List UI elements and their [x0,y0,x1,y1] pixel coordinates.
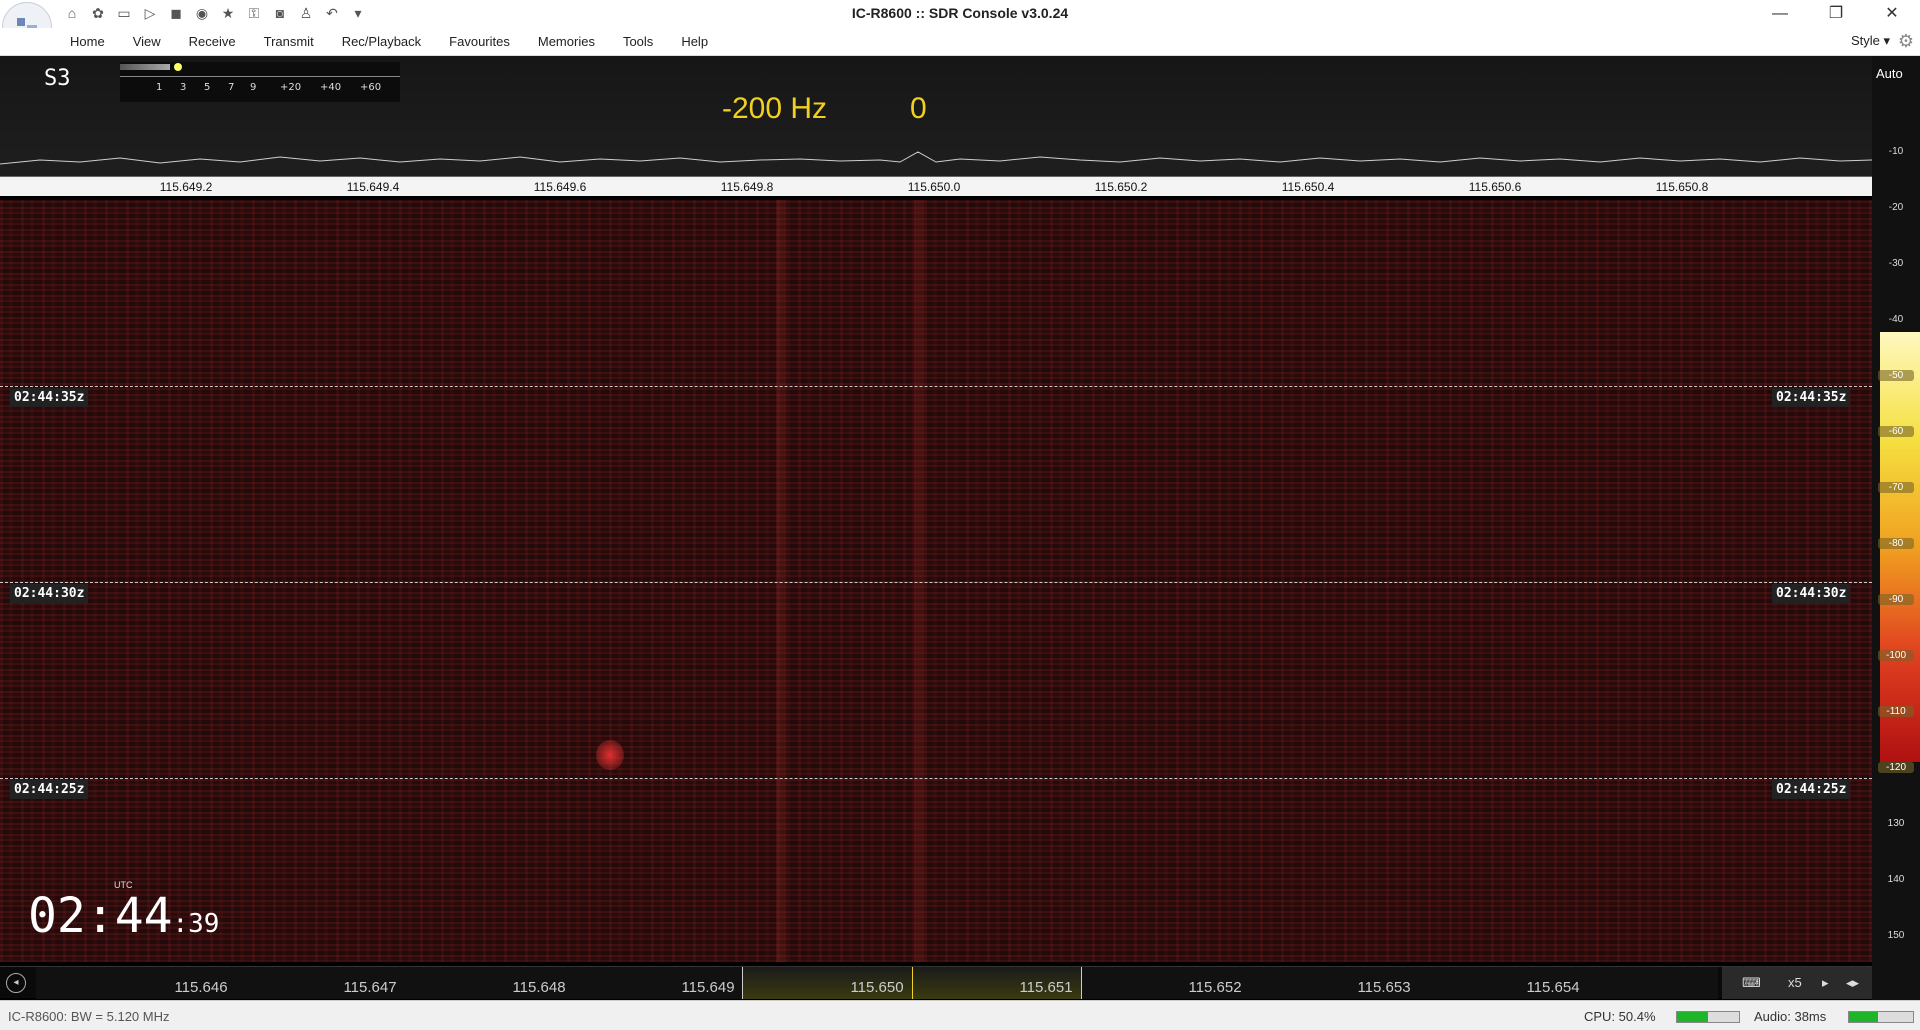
scroll-left-icon[interactable]: ◂ [6,973,26,993]
menu-favourites[interactable]: Favourites [449,34,510,49]
audio-latency: Audio: 38ms [1754,1009,1827,1024]
level-label: -80 [1878,538,1914,549]
time-marker-line [0,582,1872,583]
axis-label: 115.654 [1526,979,1580,996]
axis-label: 115.652 [1188,979,1242,996]
radio-status: IC-R8600: BW = 5.120 MHz [8,1009,170,1024]
level-label: 140 [1887,874,1905,885]
tuned-frequency-marker [912,967,913,999]
window-title: IC-R8600 :: SDR Console v3.0.24 [851,5,1069,21]
zoom-next-icon[interactable]: ▸ [1822,975,1829,991]
freq-label: 115.649.2 [159,180,213,194]
freq-label: 115.649.6 [533,180,587,194]
timestamp-right: 02:44:30z [1772,584,1851,603]
scroll-right-icon[interactable]: ◂▸ [1846,975,1859,991]
level-label: -60 [1878,426,1914,437]
auto-button[interactable]: Auto [1876,66,1903,81]
clock-seconds: :39 [172,909,220,939]
minimize-button[interactable]: — [1752,0,1808,28]
timestamp-left: 02:44:25z [10,780,89,799]
axis-label: 115.649 [681,979,735,996]
clock-time: 02:44 [28,888,173,944]
style-label: Style [1850,33,1880,48]
level-label: -30 [1888,258,1904,269]
level-label: -110 [1878,706,1914,717]
level-label: 150 [1887,930,1905,941]
level-label: -10 [1888,146,1904,157]
freq-label: 115.650.4 [1281,180,1335,194]
bandwidth-track[interactable]: 115.646 115.647 115.648 115.649 115.650 … [36,967,1718,999]
status-bar: IC-R8600: BW = 5.120 MHz CPU: 50.4% Audi… [0,1000,1920,1030]
axis-label: 115.646 [174,979,228,996]
timestamp-left: 02:44:30z [10,584,89,603]
menu-transmit[interactable]: Transmit [264,34,314,49]
bandwidth-axis[interactable]: ◂ 115.646 115.647 115.648 115.649 115.65… [0,966,1872,999]
timestamp-right: 02:44:25z [1772,780,1851,799]
freq-label: 115.650.0 [907,180,961,194]
axis-label: 115.647 [343,979,397,996]
waterfall-display[interactable]: 02:44:35z 02:44:35z 02:44:30z 02:44:30z … [0,200,1872,962]
utc-clock: 02:44:39 [28,888,219,944]
level-label: -50 [1878,370,1914,381]
level-label: -70 [1878,482,1914,493]
level-label: -100 [1878,650,1914,661]
freq-label: 115.649.4 [346,180,400,194]
cpu-usage: CPU: 50.4% [1584,1009,1656,1024]
axis-label: 115.648 [512,979,566,996]
timestamp-left: 02:44:35z [10,388,89,407]
title-bar: ⌂ ✿ ▭ ▷ ◼ ◉ ★ ⚿ ◙ ♙ ↶ ▾ IC-R8600 :: SDR … [0,0,1920,52]
style-menu[interactable]: Style ▾ [1851,33,1890,49]
time-marker-line [0,778,1872,779]
close-button[interactable]: ✕ [1864,0,1920,28]
level-label: -120 [1878,762,1914,773]
audio-meter [1848,1011,1914,1023]
menu-view[interactable]: View [133,34,161,49]
level-label: -20 [1888,202,1904,213]
keyboard-icon[interactable]: ⌨ [1742,975,1761,991]
menu-bar: Home View Receive Transmit Rec/Playback … [0,28,1920,56]
cpu-meter [1676,1011,1740,1023]
menu-rec-playback[interactable]: Rec/Playback [342,34,421,49]
level-label: 130 [1887,818,1905,829]
menu-receive[interactable]: Receive [189,34,236,49]
timestamp-right: 02:44:35z [1772,388,1851,407]
gear-icon[interactable]: ⚙ [1898,31,1914,52]
axis-label: 115.653 [1357,979,1411,996]
level-label: -40 [1888,314,1904,325]
zoom-level[interactable]: x5 [1788,975,1802,990]
freq-label: 115.649.8 [720,180,774,194]
level-label: -90 [1878,594,1914,605]
freq-label: 115.650.6 [1468,180,1522,194]
menu-tools[interactable]: Tools [623,34,653,49]
level-scale[interactable]: Auto -10 -20 -30 -40 -50 -60 -70 -80 -90… [1872,56,1920,1006]
spectrum-trace [0,151,1872,165]
signal-blob [596,740,624,770]
time-marker-line [0,386,1872,387]
zoom-controls: ⌨ x5 ▸ ◂▸ [1722,967,1872,999]
menu-help[interactable]: Help [681,34,708,49]
spectrum-frequency-axis: 115.649.2 115.649.4 115.649.6 115.649.8 … [0,176,1872,196]
maximize-button[interactable]: ❐ [1808,0,1864,28]
axis-label: 115.650 [850,979,904,996]
menu-memories[interactable]: Memories [538,34,595,49]
spectrum-panel[interactable]: S3 1 3 5 7 9 +20 +40 +60 -200 Hz 0 115.6… [0,56,1872,196]
axis-label: 115.651 [1019,979,1073,996]
freq-label: 115.650.2 [1094,180,1148,194]
freq-label: 115.650.8 [1655,180,1709,194]
menu-home[interactable]: Home [70,34,105,49]
